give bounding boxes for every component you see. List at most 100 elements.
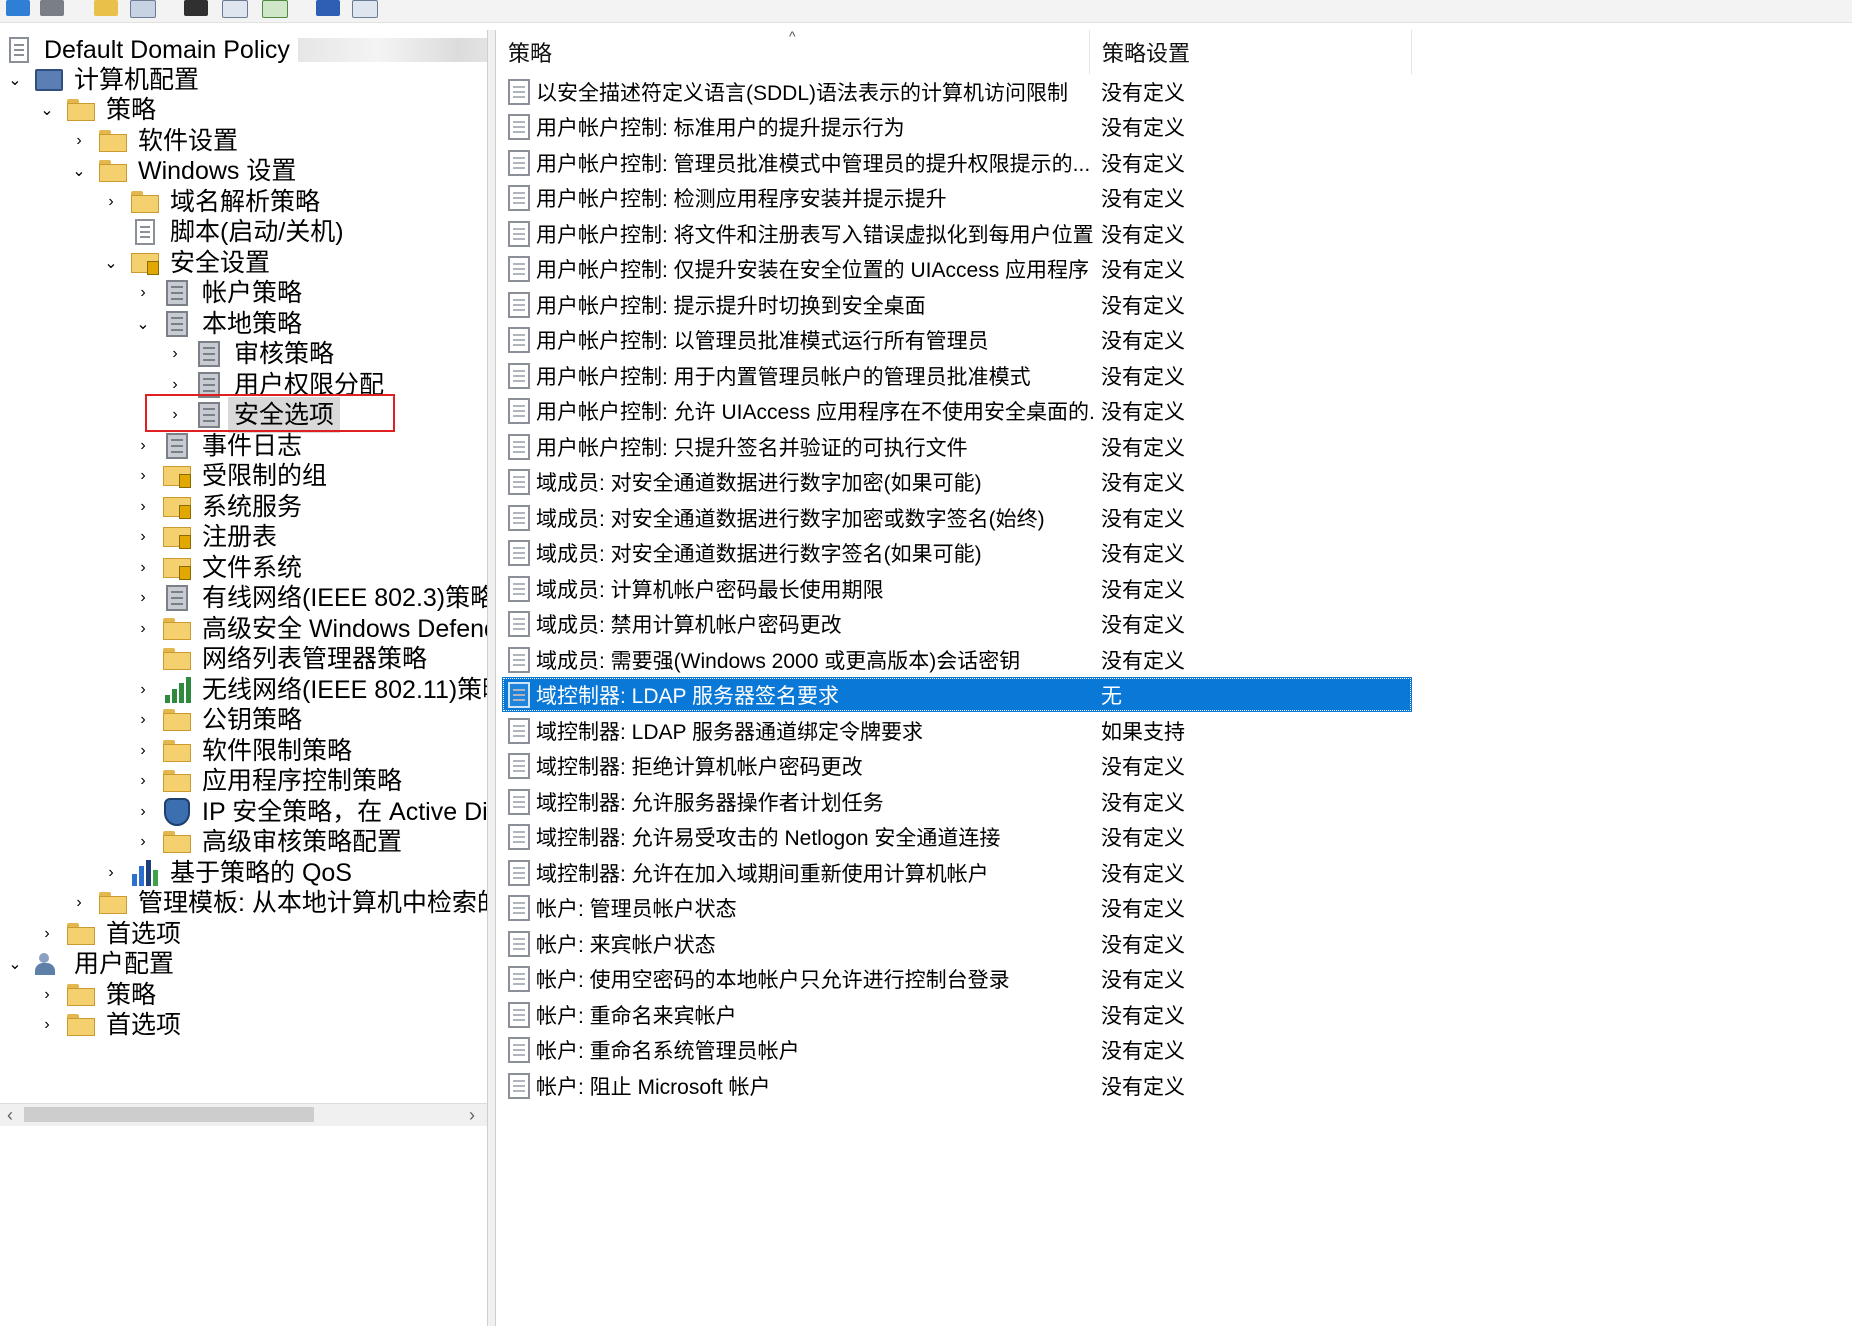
list-row[interactable]: 用户帐户控制: 只提升签名并验证的可执行文件 没有定义 (502, 429, 1412, 464)
folder-icon (98, 888, 128, 918)
policy-name: 用户帐户控制: 提示提升时切换到安全桌面 (536, 294, 926, 318)
folder-up-icon[interactable] (94, 0, 118, 16)
column-header-setting[interactable]: 策略设置 (1090, 30, 1412, 74)
policy-list-view: 策略 ^ 策略设置 以安全描述符定义语言(SDDL)语法表示的计算机访问限制 没有… (496, 30, 1852, 1326)
policy-name: 用户帐户控制: 仅提升安装在安全位置的 UIAccess 应用程序 (536, 258, 1090, 282)
back-arrow-icon[interactable] (6, 0, 30, 16)
list-row[interactable]: 帐户: 管理员帐户状态 没有定义 (502, 890, 1412, 925)
list-row[interactable]: 帐户: 重命名来宾帐户 没有定义 (502, 997, 1412, 1032)
list-row[interactable]: 用户帐户控制: 标准用户的提升提示行为 没有定义 (502, 109, 1412, 144)
list-row[interactable]: 用户帐户控制: 将文件和注册表写入错误虚拟化到每用户位置 没有定义 (502, 216, 1412, 251)
policy-item-icon (508, 859, 530, 886)
chevron-down-icon[interactable]: ⌄ (4, 946, 26, 982)
list-row[interactable]: 用户帐户控制: 仅提升安装在安全位置的 UIAccess 应用程序 没有定义 (502, 251, 1412, 286)
list-row[interactable]: 域控制器: 允许在加入域期间重新使用计算机帐户 没有定义 (502, 855, 1412, 890)
delete-icon[interactable] (184, 0, 208, 16)
policy-item-icon (508, 326, 530, 353)
list-header: 策略 ^ 策略设置 (496, 30, 1852, 74)
server-icon (162, 309, 192, 339)
chevron-right-icon[interactable]: › (36, 1007, 58, 1043)
forward-arrow-icon[interactable] (40, 0, 64, 16)
folder-icon (130, 187, 160, 217)
policy-name: 域控制器: LDAP 服务器通道绑定令牌要求 (536, 720, 923, 744)
policy-item-icon (508, 823, 530, 850)
policy-setting: 无 (1101, 684, 1122, 708)
tree-item-label: 首选项 (106, 1011, 182, 1039)
help-icon[interactable] (316, 0, 340, 16)
folder-icon (66, 95, 96, 125)
list-row[interactable]: 以安全描述符定义语言(SDDL)语法表示的计算机访问限制 没有定义 (502, 74, 1412, 109)
scroll-right-arrow-icon[interactable]: › (462, 1104, 482, 1126)
list-row[interactable]: 域成员: 需要强(Windows 2000 或更高版本)会话密钥 没有定义 (502, 642, 1412, 677)
list-row-selected[interactable]: 域控制器: LDAP 服务器签名要求 无 (502, 677, 1412, 712)
list-row[interactable]: 域成员: 对安全通道数据进行数字加密(如果可能) 没有定义 (502, 464, 1412, 499)
policy-name: 用户帐户控制: 只提升签名并验证的可执行文件 (536, 436, 968, 460)
chevron-down-icon[interactable]: ⌄ (100, 245, 122, 281)
policy-setting: 没有定义 (1101, 294, 1185, 318)
list-row[interactable]: 帐户: 使用空密码的本地帐户只允许进行控制台登录 没有定义 (502, 961, 1412, 996)
list-row[interactable]: 用户帐户控制: 用于内置管理员帐户的管理员批准模式 没有定义 (502, 358, 1412, 393)
policy-name: 用户帐户控制: 用于内置管理员帐户的管理员批准模式 (536, 365, 1031, 389)
scrollbar-thumb[interactable] (24, 1107, 314, 1122)
folder-icon (162, 614, 192, 644)
policy-setting: 没有定义 (1101, 507, 1185, 531)
policy-name: 域成员: 禁用计算机帐户密码更改 (536, 613, 842, 637)
column-header-label: 策略 (508, 41, 553, 66)
policy-setting: 没有定义 (1101, 542, 1185, 566)
policy-setting: 没有定义 (1101, 116, 1185, 140)
chevron-down-icon[interactable]: ⌄ (4, 62, 26, 98)
chevron-down-icon[interactable]: ⌄ (68, 153, 90, 189)
policy-setting: 没有定义 (1101, 933, 1185, 957)
chevron-down-icon[interactable]: ⌄ (36, 92, 58, 128)
policy-item-icon (508, 752, 530, 779)
list-row[interactable]: 域成员: 计算机帐户密码最长使用期限 没有定义 (502, 571, 1412, 606)
policy-item-icon (508, 575, 530, 602)
list-row[interactable]: 帐户: 阻止 Microsoft 帐户 没有定义 (502, 1068, 1412, 1103)
export-list-icon[interactable] (262, 0, 288, 18)
policy-setting: 没有定义 (1101, 578, 1185, 602)
list-row[interactable]: 域控制器: 允许服务器操作者计划任务 没有定义 (502, 784, 1412, 819)
policy-setting: 没有定义 (1101, 649, 1185, 673)
show-hide-tree-icon[interactable] (130, 0, 156, 18)
list-row[interactable]: 用户帐户控制: 检测应用程序安装并提示提升 没有定义 (502, 180, 1412, 215)
list-row[interactable]: 用户帐户控制: 管理员批准模式中管理员的提升权限提示的... 没有定义 (502, 145, 1412, 180)
list-row[interactable]: 域成员: 对安全通道数据进行数字加密或数字签名(始终) 没有定义 (502, 500, 1412, 535)
locked-folder-icon (162, 492, 192, 522)
sort-ascending-icon: ^ (789, 30, 796, 44)
list-row[interactable]: 帐户: 来宾帐户状态 没有定义 (502, 926, 1412, 961)
pane-splitter[interactable] (487, 30, 496, 1326)
list-row[interactable]: 用户帐户控制: 以管理员批准模式运行所有管理员 没有定义 (502, 322, 1412, 357)
policy-setting: 没有定义 (1101, 223, 1185, 247)
tree-horizontal-scrollbar[interactable]: ‹ › (0, 1103, 487, 1126)
list-row[interactable]: 用户帐户控制: 允许 UIAccess 应用程序在不使用安全桌面的... 没有定义 (502, 393, 1412, 428)
policy-setting: 没有定义 (1101, 1075, 1185, 1099)
list-row[interactable]: 域成员: 对安全通道数据进行数字签名(如果可能) 没有定义 (502, 535, 1412, 570)
policy-name: 用户帐户控制: 标准用户的提升提示行为 (536, 116, 905, 140)
chevron-down-icon[interactable]: ⌄ (132, 306, 154, 342)
folder-icon (66, 919, 96, 949)
shield-icon (162, 797, 192, 827)
show-hide-action-pane-icon[interactable] (352, 0, 378, 18)
folder-icon (162, 705, 192, 735)
list-row[interactable]: 域控制器: LDAP 服务器通道绑定令牌要求 如果支持 (502, 713, 1412, 748)
policy-item-icon (508, 78, 530, 105)
policy-setting: 没有定义 (1101, 826, 1185, 850)
policy-setting: 没有定义 (1101, 329, 1185, 353)
list-row[interactable]: 帐户: 重命名系统管理员帐户 没有定义 (502, 1032, 1412, 1067)
list-row[interactable]: 域控制器: 拒绝计算机帐户密码更改 没有定义 (502, 748, 1412, 783)
list-row[interactable]: 域控制器: 允许易受攻击的 Netlogon 安全通道连接 没有定义 (502, 819, 1412, 854)
policy-item-icon (508, 681, 530, 708)
scroll-left-arrow-icon[interactable]: ‹ (0, 1104, 20, 1126)
tree-item-user-preferences[interactable]: › 首选项 (36, 1007, 181, 1043)
policy-name: 域成员: 对安全通道数据进行数字加密(如果可能) (536, 471, 982, 495)
list-row[interactable]: 域成员: 禁用计算机帐户密码更改 没有定义 (502, 606, 1412, 641)
toolbar (0, 0, 1852, 23)
folder-icon (98, 126, 128, 156)
policy-name: 域控制器: 允许服务器操作者计划任务 (536, 791, 884, 815)
properties-icon[interactable] (222, 0, 248, 18)
bar-chart-icon (130, 858, 160, 888)
policy-item-icon (508, 291, 530, 318)
policy-item-icon (508, 362, 530, 389)
policy-item-icon (508, 433, 530, 460)
list-row[interactable]: 用户帐户控制: 提示提升时切换到安全桌面 没有定义 (502, 287, 1412, 322)
